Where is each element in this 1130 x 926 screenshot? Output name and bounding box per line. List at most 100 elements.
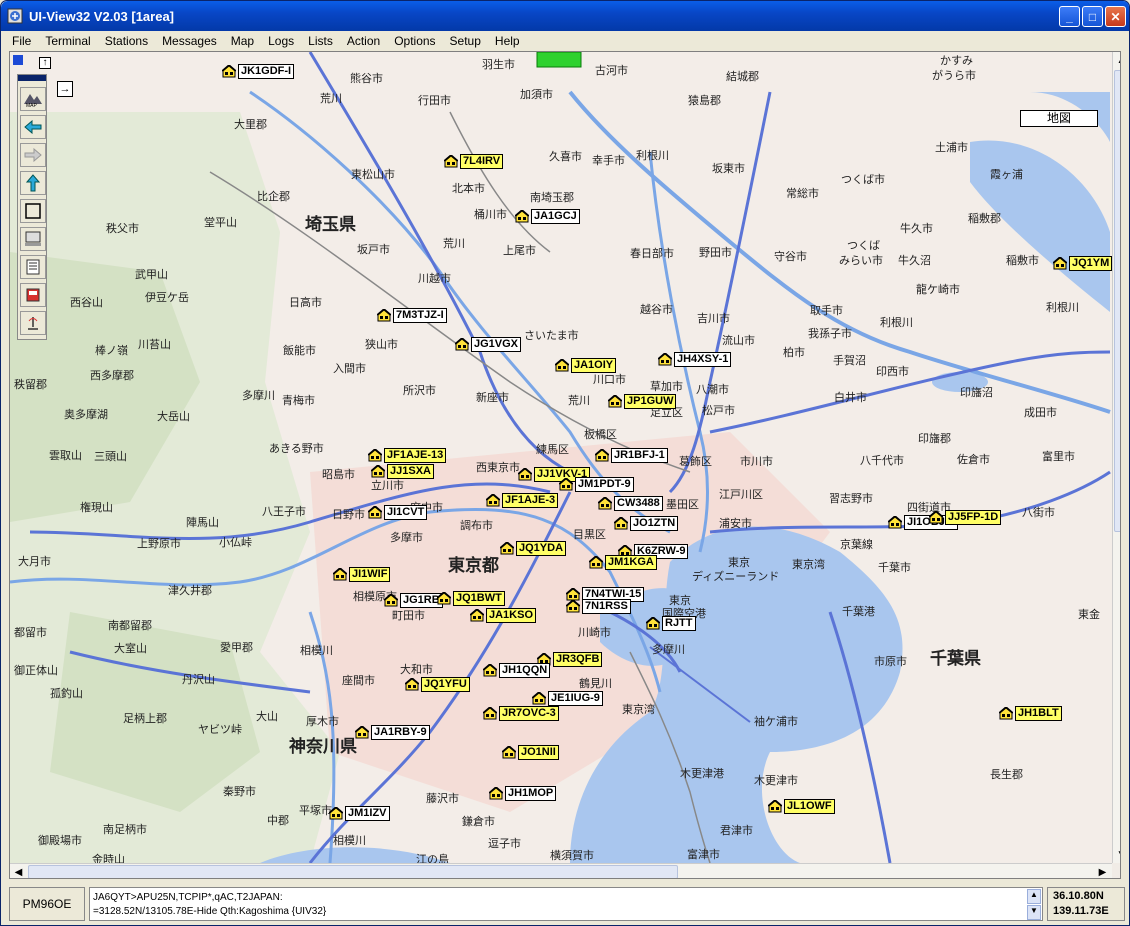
- station-callsign-label[interactable]: JH4XSY-1: [674, 352, 732, 367]
- station-house-icon[interactable]: [376, 308, 392, 322]
- station-house-icon[interactable]: [383, 593, 399, 607]
- map-canvas[interactable]: [10, 52, 1112, 863]
- messages-button[interactable]: [20, 283, 46, 307]
- menu-messages[interactable]: Messages: [155, 34, 224, 48]
- station-house-icon[interactable]: [469, 608, 485, 622]
- up-button[interactable]: [20, 171, 46, 195]
- title-bar[interactable]: UI-View32 V2.03 [1area] _ □ ✕: [1, 1, 1129, 31]
- station-callsign-label[interactable]: JO1ZTN: [630, 516, 679, 531]
- station-house-icon[interactable]: [367, 505, 383, 519]
- horizontal-scrollbar[interactable]: ◀ ▶: [10, 863, 1112, 878]
- station-callsign-label[interactable]: RJTT: [662, 616, 696, 631]
- menu-setup[interactable]: Setup: [443, 34, 488, 48]
- station-house-icon[interactable]: [454, 337, 470, 351]
- station-house-icon[interactable]: [221, 64, 237, 78]
- station-callsign-label[interactable]: JM1KGA: [605, 555, 657, 570]
- station-house-icon[interactable]: [482, 706, 498, 720]
- vertical-scroll-thumb[interactable]: [1114, 70, 1120, 532]
- station-callsign-label[interactable]: JA1RBY-9: [371, 725, 430, 740]
- menu-logs[interactable]: Logs: [261, 34, 301, 48]
- station-house-icon[interactable]: [370, 464, 386, 478]
- map-select-button[interactable]: MAP: [20, 87, 46, 111]
- station-house-icon[interactable]: [514, 209, 530, 223]
- station-callsign-label[interactable]: 7M3TJZ-I: [393, 308, 447, 323]
- station-house-icon[interactable]: [482, 663, 498, 677]
- station-house-icon[interactable]: [594, 448, 610, 462]
- station-callsign-label[interactable]: JJ5FP-1D: [945, 510, 1002, 525]
- forward-button[interactable]: [20, 143, 46, 167]
- station-house-icon[interactable]: [558, 477, 574, 491]
- minimize-button[interactable]: _: [1059, 6, 1080, 27]
- station-callsign-label[interactable]: JA1OIY: [571, 358, 617, 373]
- station-house-icon[interactable]: [657, 352, 673, 366]
- station-callsign-label[interactable]: JM1PDT-9: [575, 477, 634, 492]
- station-callsign-label[interactable]: JA1GCJ: [531, 209, 580, 224]
- terminal-button[interactable]: [20, 227, 46, 251]
- station-callsign-label[interactable]: 7L4IRV: [460, 154, 504, 169]
- menu-map[interactable]: Map: [224, 34, 261, 48]
- station-house-icon[interactable]: [565, 587, 581, 601]
- station-house-icon[interactable]: [404, 677, 420, 691]
- station-house-icon[interactable]: [517, 467, 533, 481]
- toolbox-pin-icon[interactable]: ↑: [39, 57, 51, 69]
- beacon-button[interactable]: [20, 311, 46, 335]
- station-house-icon[interactable]: [645, 616, 661, 630]
- station-house-icon[interactable]: [354, 725, 370, 739]
- scroll-right-icon[interactable]: ▶: [1094, 864, 1111, 878]
- station-house-icon[interactable]: [565, 599, 581, 613]
- station-callsign-label[interactable]: JF1AJE-3: [502, 493, 559, 508]
- station-callsign-label[interactable]: JP1GUW: [624, 394, 677, 409]
- station-house-icon[interactable]: [328, 806, 344, 820]
- message-panel[interactable]: JA6QYT>APU25N,TCPIP*,qAC,T2JAPAN: =3128.…: [89, 887, 1043, 921]
- station-callsign-label[interactable]: JH1BLT: [1015, 706, 1062, 721]
- vertical-scrollbar[interactable]: ▲ ▼: [1112, 52, 1120, 863]
- station-house-icon[interactable]: [499, 541, 515, 555]
- scroll-up-icon[interactable]: ▲: [1113, 52, 1120, 69]
- station-callsign-label[interactable]: JM1IZV: [345, 806, 390, 821]
- toolbox-header[interactable]: ↑: [13, 55, 53, 71]
- station-house-icon[interactable]: [367, 448, 383, 462]
- station-callsign-label[interactable]: JQ1YFU: [421, 677, 470, 692]
- station-house-icon[interactable]: [485, 493, 501, 507]
- menu-action[interactable]: Action: [340, 34, 387, 48]
- station-callsign-label[interactable]: JE1IUG-9: [548, 691, 603, 706]
- station-callsign-label[interactable]: JG1VGX: [471, 337, 522, 352]
- horizontal-scroll-thumb[interactable]: [28, 865, 678, 878]
- scroll-down-icon[interactable]: ▼: [1113, 846, 1120, 863]
- close-button[interactable]: ✕: [1105, 6, 1126, 27]
- station-house-icon[interactable]: [554, 358, 570, 372]
- station-house-icon[interactable]: [613, 516, 629, 530]
- toolbox-titlebar[interactable]: [18, 75, 46, 81]
- scroll-left-icon[interactable]: ◀: [10, 864, 27, 878]
- station-house-icon[interactable]: [436, 591, 452, 605]
- station-callsign-label[interactable]: CW3488: [614, 496, 663, 511]
- station-house-icon[interactable]: [443, 154, 459, 168]
- menu-file[interactable]: File: [5, 34, 38, 48]
- station-callsign-label[interactable]: JQ1YM: [1069, 256, 1113, 271]
- station-callsign-label[interactable]: JF1AJE-13: [384, 448, 447, 463]
- station-callsign-label[interactable]: JI1CVT: [384, 505, 428, 520]
- back-button[interactable]: [20, 115, 46, 139]
- station-callsign-label[interactable]: JI1WIF: [349, 567, 391, 582]
- station-house-icon[interactable]: [597, 496, 613, 510]
- station-house-icon[interactable]: [501, 745, 517, 759]
- station-callsign-label[interactable]: JH1QQN: [499, 663, 551, 678]
- toolbox-expand-icon[interactable]: →: [57, 81, 73, 97]
- list-button[interactable]: [20, 255, 46, 279]
- station-house-icon[interactable]: [767, 799, 783, 813]
- message-scroll-down-icon[interactable]: ▼: [1027, 905, 1041, 920]
- maximize-button[interactable]: □: [1082, 6, 1103, 27]
- map-view[interactable]: 地図 熊谷市 羽生市 古河市 結城郡 かすみ がうら市 荒川 行田市 加須市 猿島郡 大里郡 久喜市幸…: [9, 51, 1121, 879]
- menu-terminal[interactable]: Terminal: [38, 34, 97, 48]
- station-callsign-label[interactable]: JQ1YDA: [516, 541, 567, 556]
- station-callsign-label[interactable]: 7N1RSS: [582, 599, 631, 614]
- station-house-icon[interactable]: [588, 555, 604, 569]
- station-house-icon[interactable]: [1052, 256, 1068, 270]
- station-house-icon[interactable]: [998, 706, 1014, 720]
- zoom-area-button[interactable]: [20, 199, 46, 223]
- station-callsign-label[interactable]: JO1NII: [518, 745, 559, 760]
- menu-help[interactable]: Help: [488, 34, 527, 48]
- station-house-icon[interactable]: [531, 691, 547, 705]
- map-legend-button[interactable]: 地図: [1020, 110, 1098, 127]
- message-scroll-up-icon[interactable]: ▲: [1027, 889, 1041, 904]
